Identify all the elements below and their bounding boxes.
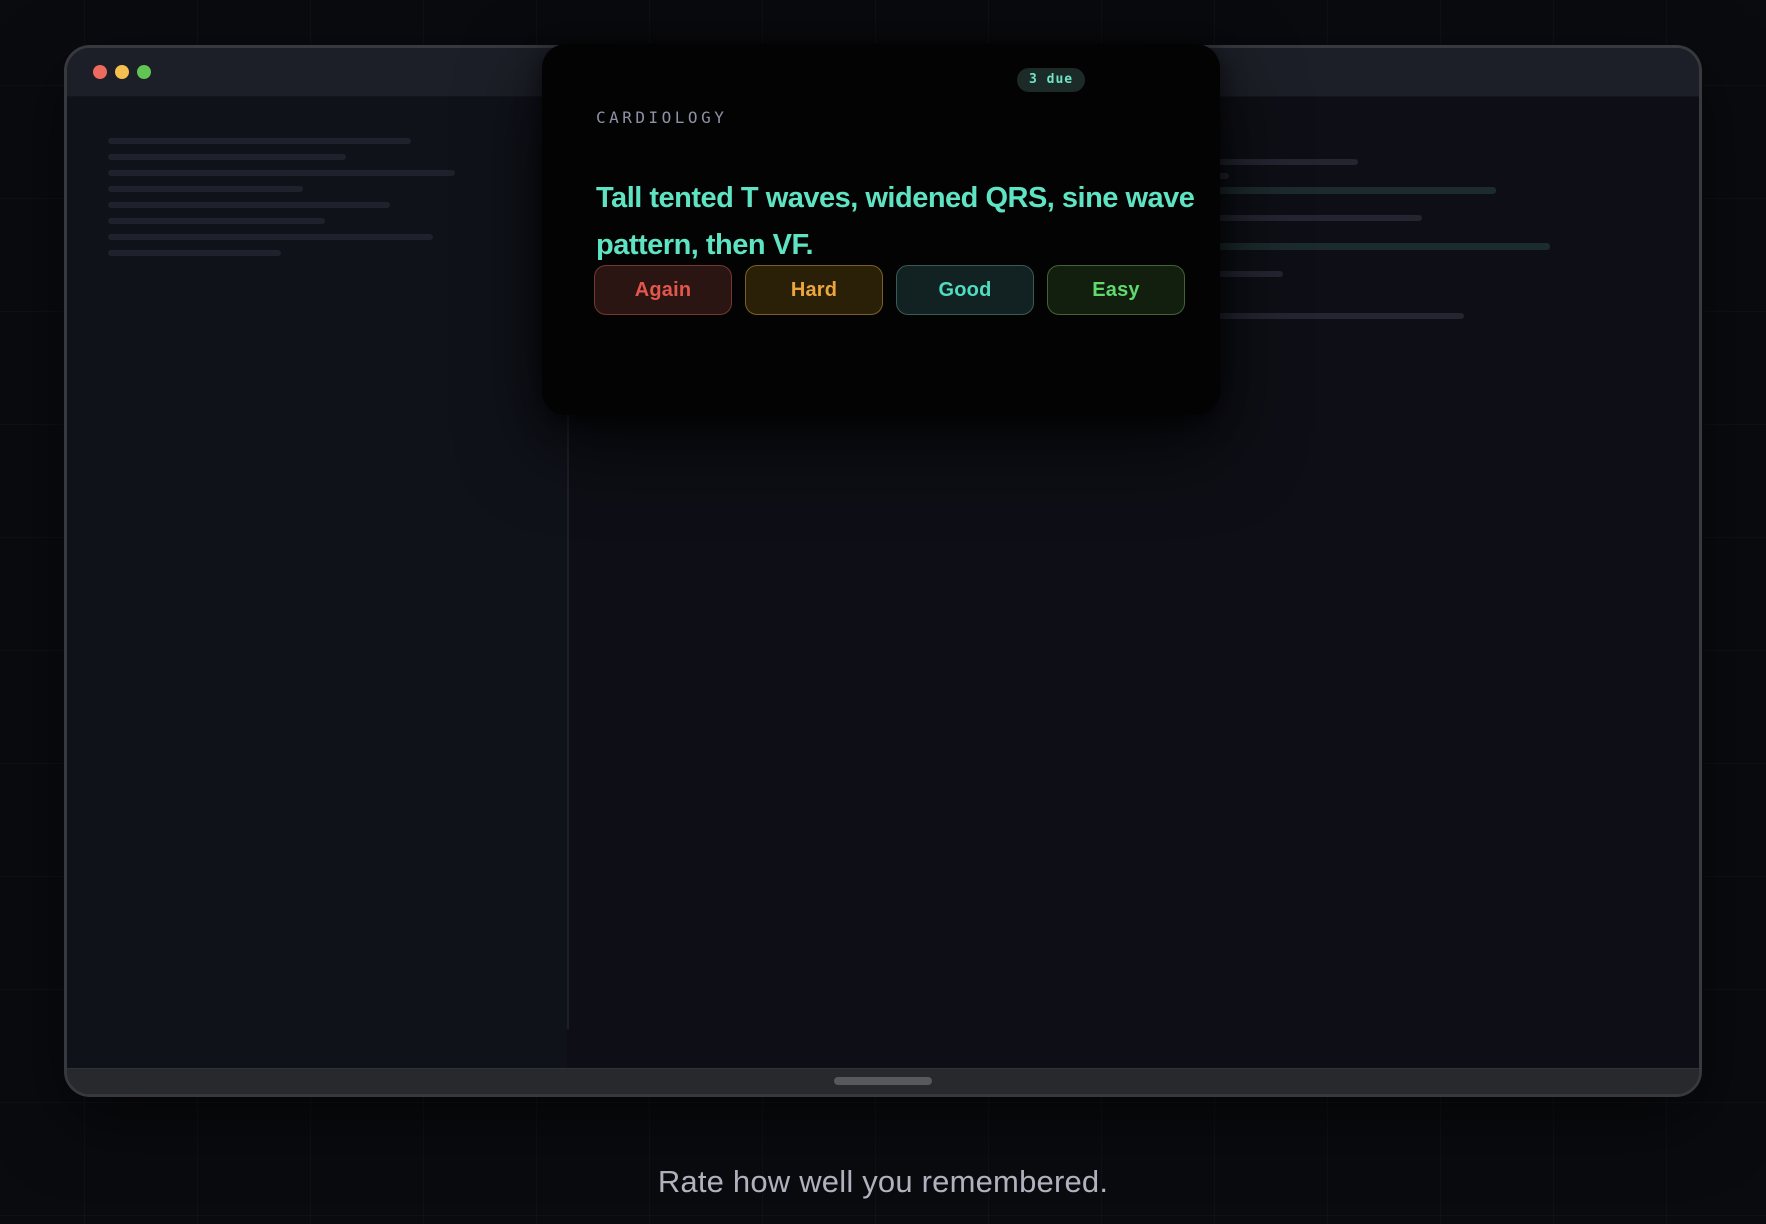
skeleton-line [108,218,325,224]
flashcard: 3 due CARDIOLOGY Tall tented T waves, wi… [542,44,1220,415]
card-question-text: Tall tented T waves, widened QRS, sine w… [596,175,1212,269]
rating-hard-button[interactable]: Hard [745,265,883,315]
skeleton-line [108,186,303,192]
due-count-badge: 3 due [1017,68,1085,92]
skeleton-line [108,154,346,160]
zoom-button-icon[interactable] [137,65,151,79]
window-drag-handle[interactable] [834,1077,932,1085]
close-button-icon[interactable] [93,65,107,79]
window-bottom-bar [67,1068,1699,1094]
minimize-button-icon[interactable] [115,65,129,79]
rating-easy-button[interactable]: Easy [1047,265,1185,315]
left-skeleton-text [108,138,568,266]
rating-buttons-row: Again Hard Good Easy [594,265,1185,315]
skeleton-line [108,138,411,144]
footer-hint-text: Rate how well you remembered. [0,1164,1766,1200]
skeleton-line [108,250,281,256]
rating-good-button[interactable]: Good [896,265,1034,315]
skeleton-line [108,170,455,176]
skeleton-line [108,234,433,240]
rating-again-button[interactable]: Again [594,265,732,315]
app-background: 3 due CARDIOLOGY Tall tented T waves, wi… [0,0,1766,1224]
skeleton-line [108,202,390,208]
deck-label: CARDIOLOGY [596,108,727,127]
